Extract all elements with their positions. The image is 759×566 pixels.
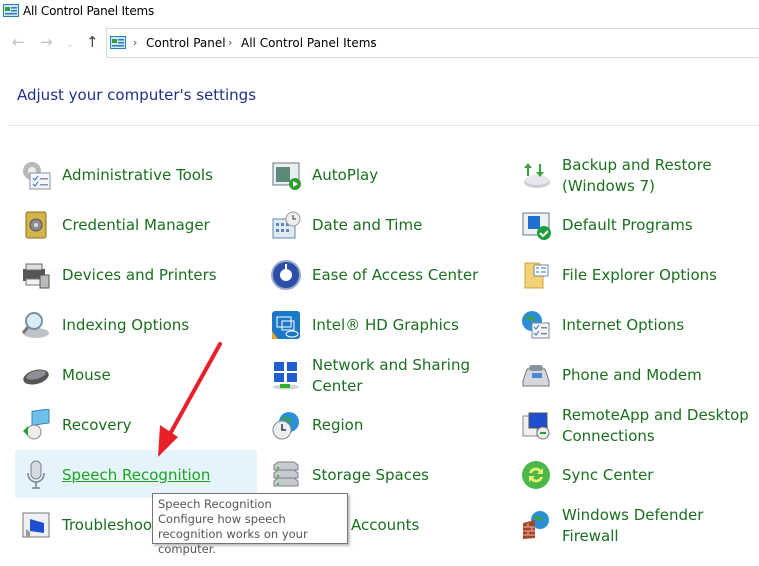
arrow-head xyxy=(158,425,178,457)
arrow-shaft xyxy=(168,342,222,436)
annotation-arrow xyxy=(158,342,222,457)
